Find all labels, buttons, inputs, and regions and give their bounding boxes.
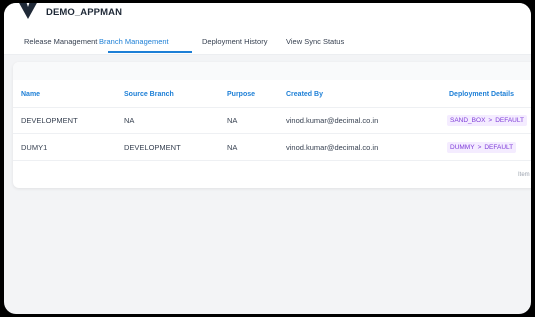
tab-deployment-history[interactable]: Deployment History bbox=[202, 37, 267, 46]
tab-bar: Release Management Branch Management Dep… bbox=[4, 27, 531, 55]
deploy-to: DEFAULT bbox=[484, 144, 514, 151]
column-header-created-by[interactable]: Created By bbox=[286, 91, 323, 98]
pagination-items-label: Item bbox=[518, 172, 530, 178]
logo-icon bbox=[19, 3, 37, 19]
header-divider bbox=[13, 107, 531, 108]
deploy-from: SAND_BOX bbox=[450, 117, 486, 124]
column-header-source-branch[interactable]: Source Branch bbox=[124, 91, 174, 98]
deployment-chip: DUMMY > DEFAULT bbox=[447, 142, 517, 153]
deployment-chip: SAND_BOX > DEFAULT bbox=[447, 115, 527, 126]
cell-purpose: NA bbox=[227, 116, 238, 125]
app-window: DEMO_APPMAN Release Management Branch Ma… bbox=[4, 3, 531, 314]
column-header-deployment-details[interactable]: Deployment Details bbox=[449, 91, 514, 98]
cell-created-by: vinod.kumar@decimal.co.in bbox=[286, 143, 379, 152]
top-bar: DEMO_APPMAN bbox=[4, 3, 531, 27]
row-divider bbox=[13, 160, 531, 161]
app-title: DEMO_APPMAN bbox=[46, 7, 123, 18]
cell-name: DEVELOPMENT bbox=[21, 116, 78, 125]
cell-source-branch: DEVELOPMENT bbox=[124, 143, 181, 152]
tab-release-management[interactable]: Release Management bbox=[24, 37, 97, 46]
tab-view-sync-status[interactable]: View Sync Status bbox=[286, 37, 344, 46]
table-toolbar bbox=[13, 62, 531, 80]
branch-table-card: Name Source Branch Purpose Created By De… bbox=[13, 62, 531, 188]
cell-name: DUMY1 bbox=[21, 143, 48, 152]
deploy-from: DUMMY bbox=[450, 144, 475, 151]
deploy-arrow: > bbox=[477, 144, 482, 151]
cell-source-branch: NA bbox=[124, 116, 135, 125]
row-divider bbox=[13, 133, 531, 134]
active-tab-indicator bbox=[108, 51, 192, 53]
deploy-to: DEFAULT bbox=[495, 117, 524, 124]
cell-purpose: NA bbox=[227, 143, 238, 152]
tab-branch-management[interactable]: Branch Management bbox=[99, 37, 169, 46]
deploy-arrow: > bbox=[488, 117, 493, 124]
column-header-purpose[interactable]: Purpose bbox=[227, 91, 255, 98]
column-header-name[interactable]: Name bbox=[21, 91, 40, 98]
cell-created-by: vinod.kumar@decimal.co.in bbox=[286, 116, 379, 125]
